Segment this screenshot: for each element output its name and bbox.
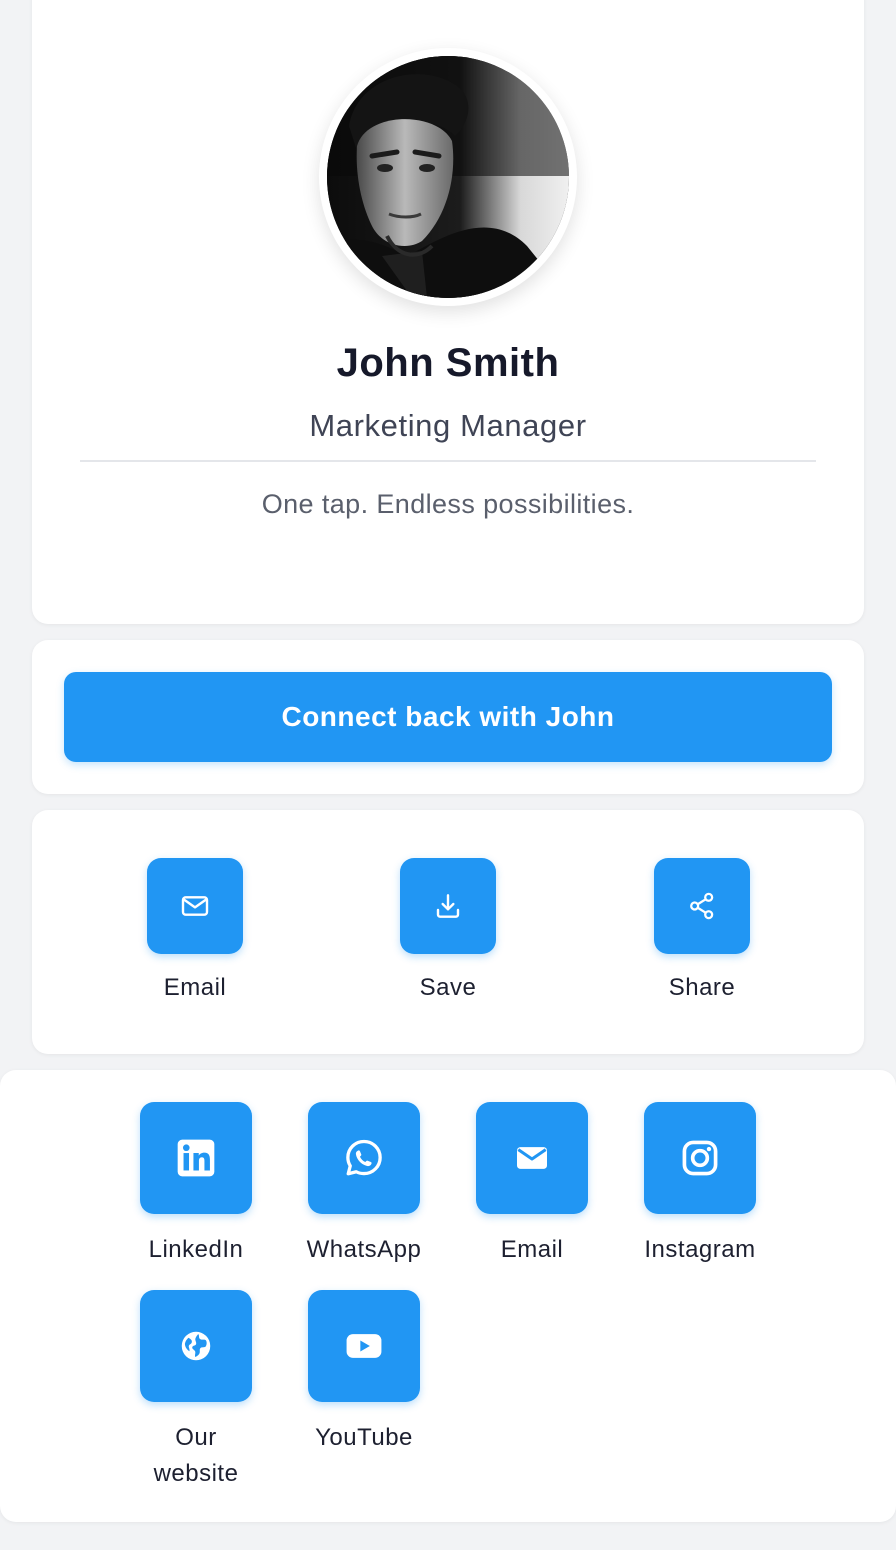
profile-tagline: One tap. Endless possibilities. bbox=[261, 489, 635, 519]
profile-photo bbox=[327, 56, 569, 298]
profile-name: John Smith bbox=[336, 341, 560, 385]
globe-icon bbox=[181, 1331, 211, 1361]
save-action-tile[interactable] bbox=[400, 858, 496, 954]
envelope-filled-icon bbox=[517, 1147, 547, 1169]
youtube-tile[interactable] bbox=[308, 1290, 420, 1402]
email-action-button[interactable]: Email bbox=[115, 858, 275, 1018]
share-action-label: Share bbox=[668, 974, 736, 1001]
website-label: Our website bbox=[153, 1424, 239, 1487]
instagram-icon bbox=[682, 1140, 718, 1176]
whatsapp-icon bbox=[346, 1139, 382, 1176]
email-link-tile[interactable] bbox=[476, 1102, 588, 1214]
instagram-tile[interactable] bbox=[644, 1102, 756, 1214]
website-tile[interactable] bbox=[140, 1290, 252, 1402]
instagram-label: Instagram bbox=[644, 1236, 756, 1263]
save-action-button[interactable]: Save bbox=[368, 858, 528, 1018]
whatsapp-label: WhatsApp bbox=[306, 1236, 422, 1263]
share-action-tile[interactable] bbox=[654, 858, 750, 954]
social-links-card: LinkedIn WhatsApp Email Instagram Our we… bbox=[0, 1070, 896, 1522]
profile-job-title: Marketing Manager bbox=[309, 408, 587, 443]
email-action-label: Email bbox=[163, 974, 227, 1001]
envelope-outline-icon bbox=[181, 896, 209, 916]
divider bbox=[80, 460, 816, 462]
share-icon bbox=[690, 892, 714, 920]
share-action-button[interactable]: Share bbox=[622, 858, 782, 1018]
linkedin-label: LinkedIn bbox=[148, 1236, 244, 1263]
profile-card: John Smith Marketing Manager One tap. En… bbox=[32, 0, 864, 624]
email-link-label: Email bbox=[500, 1236, 564, 1263]
youtube-icon bbox=[346, 1334, 382, 1358]
quick-actions-card: Email Save Share bbox=[32, 810, 864, 1054]
avatar bbox=[327, 56, 569, 298]
download-icon bbox=[436, 894, 460, 918]
linkedin-icon bbox=[177, 1139, 215, 1177]
youtube-label: YouTube bbox=[315, 1424, 413, 1451]
connect-back-button[interactable]: Connect back with John bbox=[64, 672, 832, 762]
save-action-label: Save bbox=[419, 974, 477, 1001]
whatsapp-tile[interactable] bbox=[308, 1102, 420, 1214]
email-action-tile[interactable] bbox=[147, 858, 243, 954]
linkedin-tile[interactable] bbox=[140, 1102, 252, 1214]
avatar-frame bbox=[319, 48, 577, 306]
connect-card: Connect back with John bbox=[32, 640, 864, 794]
